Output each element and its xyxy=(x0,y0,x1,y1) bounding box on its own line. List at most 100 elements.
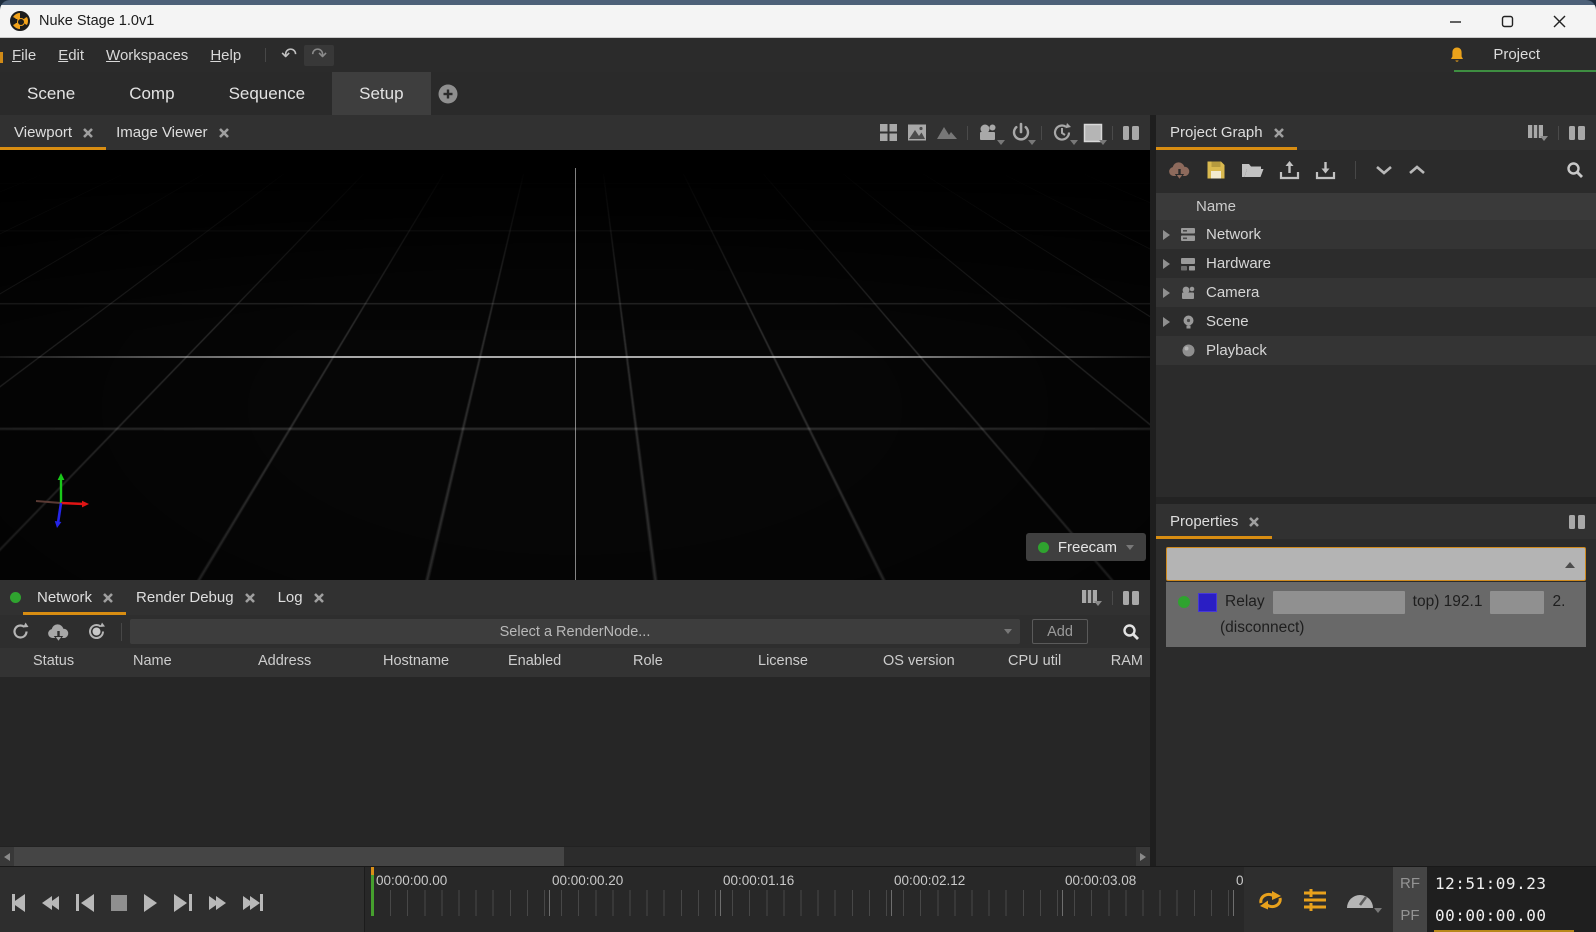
panel-splitter[interactable] xyxy=(1156,497,1596,504)
expand-arrow-icon[interactable] xyxy=(1163,259,1170,269)
tree-item-playback[interactable]: Playback xyxy=(1156,336,1596,365)
tree-item-camera[interactable]: Camera xyxy=(1156,278,1596,307)
rendernode-select-dropdown[interactable]: Select a RenderNode... xyxy=(130,619,1020,644)
import-icon[interactable] xyxy=(1315,160,1336,180)
expand-arrow-icon[interactable] xyxy=(1163,317,1170,327)
tab-viewport[interactable]: Viewport xyxy=(10,115,98,150)
properties-node-dropdown[interactable] xyxy=(1166,547,1586,581)
expand-arrow-icon[interactable] xyxy=(1163,230,1170,240)
relay-list-item[interactable]: Relay top) 192.1 2. xyxy=(1166,587,1586,617)
search-icon[interactable] xyxy=(1566,161,1584,179)
playhead[interactable] xyxy=(371,875,374,916)
close-icon[interactable] xyxy=(218,127,230,139)
tab-network[interactable]: Network xyxy=(33,580,118,615)
camera-icon[interactable] xyxy=(977,123,1001,143)
tracks-icon[interactable] xyxy=(1302,888,1328,912)
disconnect-link[interactable]: (disconnect) xyxy=(1220,619,1304,636)
go-to-end-button[interactable] xyxy=(243,892,263,914)
tab-render-debug[interactable]: Render Debug xyxy=(132,580,260,615)
column-os-version[interactable]: OS version xyxy=(883,653,955,669)
column-address[interactable]: Address xyxy=(258,653,311,669)
quad-view-icon[interactable] xyxy=(879,123,898,142)
scrollbar-thumb[interactable] xyxy=(14,847,564,866)
column-enabled[interactable]: Enabled xyxy=(508,653,561,669)
menu-workspaces[interactable]: Workspaces xyxy=(106,47,188,64)
bell-icon[interactable] xyxy=(1449,46,1465,64)
add-workspace-button[interactable] xyxy=(437,83,459,105)
menu-help[interactable]: Help xyxy=(210,47,241,64)
tree-item-network[interactable]: Network xyxy=(1156,220,1596,249)
minimize-button[interactable] xyxy=(1436,8,1474,34)
image-icon[interactable] xyxy=(907,123,927,142)
project-indicator[interactable]: Project xyxy=(1465,40,1584,71)
column-status[interactable]: Status xyxy=(33,653,74,669)
panel-layout-icon[interactable] xyxy=(1568,125,1586,141)
fast-forward-button[interactable] xyxy=(209,892,226,914)
mountains-icon[interactable] xyxy=(936,124,958,141)
go-to-start-button[interactable] xyxy=(12,892,25,914)
tab-project-graph[interactable]: Project Graph xyxy=(1166,115,1289,150)
rendernode-table-body[interactable] xyxy=(0,677,1150,846)
close-icon[interactable] xyxy=(1248,516,1260,528)
layer-square-icon[interactable] xyxy=(1083,123,1103,143)
search-icon[interactable] xyxy=(1122,623,1140,641)
add-button[interactable]: Add xyxy=(1032,619,1088,644)
columns-icon[interactable] xyxy=(1081,589,1103,607)
close-icon[interactable] xyxy=(244,592,256,604)
play-button[interactable] xyxy=(144,892,157,914)
column-role[interactable]: Role xyxy=(633,653,663,669)
columns-icon[interactable] xyxy=(1527,124,1549,142)
column-ram[interactable]: RAM xyxy=(1111,653,1143,669)
save-icon[interactable] xyxy=(1206,160,1226,180)
tree-item-hardware[interactable]: Hardware xyxy=(1156,249,1596,278)
panel-layout-icon[interactable] xyxy=(1568,514,1586,530)
next-frame-button[interactable] xyxy=(174,892,192,914)
workspace-tab-sequence[interactable]: Sequence xyxy=(202,72,333,115)
3d-viewport[interactable]: Freecam xyxy=(0,150,1150,580)
expand-arrow-icon[interactable] xyxy=(1163,288,1170,298)
column-hostname[interactable]: Hostname xyxy=(383,653,449,669)
close-icon[interactable] xyxy=(82,127,94,139)
expand-all-icon[interactable] xyxy=(1408,164,1426,176)
previous-frame-button[interactable] xyxy=(76,892,94,914)
loop-icon[interactable] xyxy=(1256,887,1286,913)
relay-second-line[interactable]: (disconnect) xyxy=(1166,617,1586,641)
workspace-tab-setup[interactable]: Setup xyxy=(332,72,430,115)
camera-selector-dropdown[interactable]: Freecam xyxy=(1026,533,1146,561)
cloud-import-icon[interactable] xyxy=(1168,160,1191,180)
redo-icon[interactable]: ↷ xyxy=(304,45,334,66)
folder-open-icon[interactable] xyxy=(1241,161,1264,179)
scroll-right-arrow[interactable] xyxy=(1136,847,1150,866)
cloud-download-icon[interactable] xyxy=(47,622,70,642)
menu-edit[interactable]: Edit xyxy=(58,47,84,64)
scroll-left-arrow[interactable] xyxy=(0,847,14,866)
column-name[interactable]: Name xyxy=(133,653,172,669)
workspace-tab-comp[interactable]: Comp xyxy=(102,72,201,115)
stop-button[interactable] xyxy=(111,892,127,914)
timer-icon[interactable] xyxy=(1051,122,1074,143)
fast-rewind-button[interactable] xyxy=(42,892,59,914)
workspace-tab-scene[interactable]: Scene xyxy=(0,72,102,115)
collapse-all-icon[interactable] xyxy=(1375,164,1393,176)
close-icon[interactable] xyxy=(1273,127,1285,139)
close-icon[interactable] xyxy=(102,592,114,604)
tree-header-name[interactable]: Name xyxy=(1156,193,1596,220)
power-icon[interactable] xyxy=(1010,122,1032,143)
tree-item-scene[interactable]: Scene xyxy=(1156,307,1596,336)
gauge-icon[interactable] xyxy=(1344,889,1378,911)
close-button[interactable] xyxy=(1540,8,1578,34)
tab-image-viewer[interactable]: Image Viewer xyxy=(112,115,233,150)
sync-icon[interactable] xyxy=(86,621,107,642)
timeline-ruler[interactable]: 00:00:00.00 00:00:00.20 00:00:01.16 00:0… xyxy=(364,867,1244,932)
panel-layout-icon[interactable] xyxy=(1122,125,1140,141)
menu-file[interactable]: File xyxy=(12,47,36,64)
maximize-button[interactable] xyxy=(1488,8,1526,34)
close-icon[interactable] xyxy=(313,592,325,604)
panel-layout-icon[interactable] xyxy=(1122,590,1140,606)
undo-icon[interactable]: ↶ xyxy=(274,45,304,66)
tab-log[interactable]: Log xyxy=(274,580,329,615)
tab-properties[interactable]: Properties xyxy=(1166,504,1264,539)
export-icon[interactable] xyxy=(1279,160,1300,180)
refresh-icon[interactable] xyxy=(10,621,31,642)
column-license[interactable]: License xyxy=(758,653,808,669)
